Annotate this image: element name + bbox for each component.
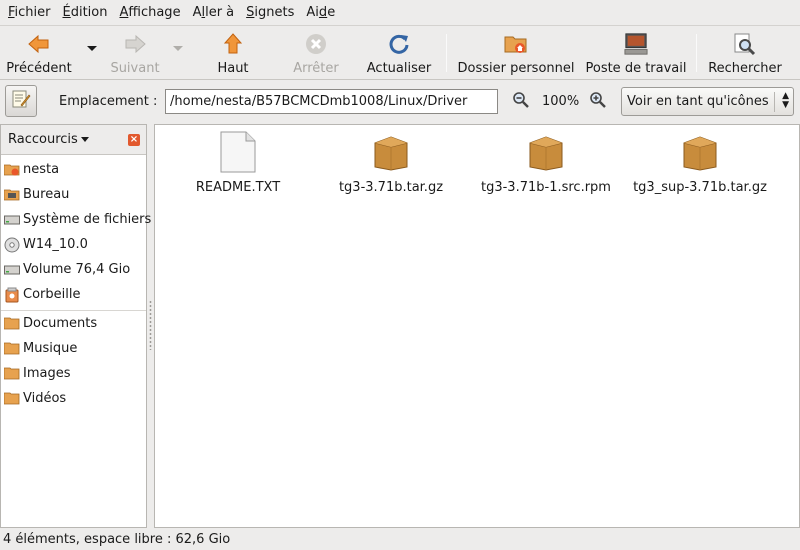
folder-icon: [4, 316, 20, 332]
reload-icon: [387, 32, 411, 56]
file-item[interactable]: tg3_sup-3.71b.tar.gz: [625, 131, 775, 195]
sidebar-item-bureau[interactable]: Bureau: [1, 182, 148, 207]
toggle-location-edit-button[interactable]: [5, 85, 37, 117]
select-separator: [774, 92, 775, 112]
sidebar-item-volume[interactable]: Volume 76,4 Gio: [1, 257, 148, 282]
desktop-button[interactable]: Poste de travail: [585, 30, 687, 76]
edit-path-icon: [11, 89, 31, 113]
menu-aide[interactable]: Aide: [300, 0, 341, 25]
view-mode-value: Voir en tant qu'icônes: [627, 94, 769, 109]
menu-edition[interactable]: Édition: [57, 0, 114, 25]
sidebar-item-images[interactable]: Images: [1, 361, 148, 386]
computer-icon: [624, 32, 648, 56]
desktop-icon: [4, 187, 20, 203]
arrow-right-icon: [123, 32, 147, 56]
arrow-left-icon: [27, 32, 51, 56]
drive-icon: [4, 262, 20, 278]
menu-aller-a[interactable]: Aller à: [187, 0, 241, 25]
cdrom-icon: [4, 237, 20, 253]
home-folder-icon: [504, 32, 528, 56]
archive-icon: [371, 131, 411, 173]
sidebar-title-dropdown[interactable]: Raccourcis: [8, 132, 89, 147]
back-history-dropdown[interactable]: [87, 46, 97, 51]
file-item[interactable]: README.TXT: [163, 131, 313, 195]
reload-button[interactable]: Actualiser: [366, 30, 432, 76]
status-bar: 4 éléments, espace libre : 62,6 Gio: [3, 532, 231, 547]
drive-icon: [4, 212, 20, 228]
back-button[interactable]: Précédent: [6, 30, 72, 76]
file-item[interactable]: tg3-3.71b.tar.gz: [316, 131, 466, 195]
zoom-out-icon[interactable]: [512, 91, 530, 113]
up-button[interactable]: Haut: [208, 30, 258, 76]
sidebar-item-documents[interactable]: Documents: [1, 311, 148, 336]
folder-icon: [4, 366, 20, 382]
folder-icon: [4, 341, 20, 357]
trash-icon: [4, 287, 20, 303]
updown-arrow-icon: ▲ ▼: [782, 91, 789, 110]
sidebar-item-systeme-de-fichiers[interactable]: Système de fichiers: [1, 207, 151, 232]
stop-icon: [304, 32, 328, 56]
archive-icon: [526, 131, 566, 173]
sidebar-header: Raccourcis ×: [1, 125, 146, 155]
chevron-down-icon: [80, 137, 89, 142]
menu-signets[interactable]: Signets: [240, 0, 300, 25]
archive-icon: [680, 131, 720, 173]
home-button[interactable]: Dossier personnel: [456, 30, 576, 76]
folder-icon: [4, 391, 20, 407]
sidebar-item-corbeille[interactable]: Corbeille: [1, 282, 148, 307]
file-item[interactable]: tg3-3.71b-1.src.rpm: [471, 131, 621, 195]
toolbar: Précédent Suivant Haut Arrêter Actualise…: [0, 25, 800, 80]
location-input[interactable]: [165, 89, 498, 114]
forward-button[interactable]: Suivant: [105, 30, 165, 76]
home-folder-icon: [4, 162, 20, 178]
toolbar-separator: [696, 34, 697, 72]
menu-bar: Fichier Édition Affichage Aller à Signet…: [0, 0, 800, 25]
arrow-up-icon: [221, 32, 245, 56]
toolbar-separator: [446, 34, 447, 72]
search-button[interactable]: Rechercher: [706, 30, 784, 76]
location-label: Emplacement :: [59, 94, 158, 109]
zoom-in-icon[interactable]: [589, 91, 607, 113]
view-mode-select[interactable]: Voir en tant qu'icônes ▲ ▼: [621, 87, 794, 116]
sidebar-item-w14[interactable]: W14_10.0: [1, 232, 148, 257]
stop-button[interactable]: Arrêter: [288, 30, 344, 76]
forward-history-dropdown[interactable]: [173, 46, 183, 51]
zoom-level[interactable]: 100%: [542, 94, 579, 109]
file-view: README.TXT tg3-3.71b.tar.gz tg3-3.71b-1.…: [154, 124, 800, 528]
sidebar-item-nesta[interactable]: nesta: [1, 157, 148, 182]
sidebar: Raccourcis × nesta Bureau Système de fic…: [0, 124, 151, 528]
location-bar: Emplacement : 100% Voir en tant qu'icône…: [0, 81, 800, 121]
search-icon: [733, 32, 757, 56]
text-file-icon: [218, 131, 258, 173]
menu-fichier[interactable]: Fichier: [2, 0, 57, 25]
close-icon[interactable]: ×: [128, 134, 140, 146]
pane-resize-handle[interactable]: [149, 300, 152, 350]
sidebar-item-musique[interactable]: Musique: [1, 336, 148, 361]
sidebar-item-videos[interactable]: Vidéos: [1, 386, 148, 411]
menu-affichage[interactable]: Affichage: [113, 0, 186, 25]
